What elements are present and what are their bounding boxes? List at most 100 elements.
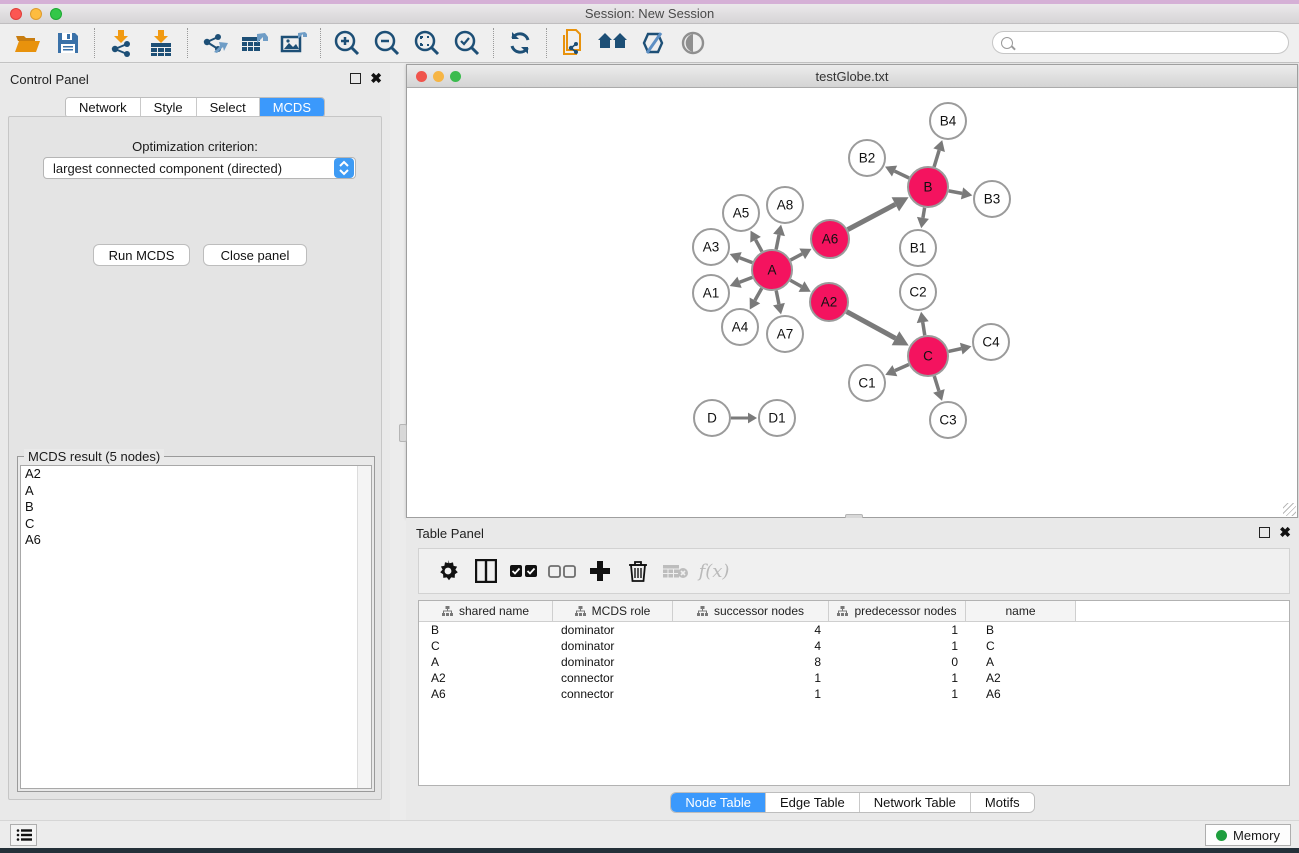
- import-table-button[interactable]: [141, 27, 181, 59]
- split-divider-handle[interactable]: [399, 424, 407, 442]
- cell-MCDS-role[interactable]: dominator: [553, 623, 673, 637]
- close-panel-icon[interactable]: ✖: [1279, 527, 1291, 538]
- refresh-button[interactable]: [500, 27, 540, 59]
- graph-node-C4[interactable]: C4: [973, 324, 1009, 360]
- deselect-all-button[interactable]: [543, 554, 581, 588]
- cell-shared-name[interactable]: B: [419, 623, 553, 637]
- network-graph[interactable]: AA1A2A3A4A5A6A7A8BB1B2B3B4CC1C2C3C4DD1: [407, 88, 1297, 517]
- graph-node-C1[interactable]: C1: [849, 365, 885, 401]
- tab-mcds[interactable]: MCDS: [260, 98, 324, 117]
- zoom-fit-button[interactable]: [407, 27, 447, 59]
- cell-name[interactable]: B: [966, 623, 1076, 637]
- result-item[interactable]: A6: [21, 532, 371, 549]
- cell-successor-nodes[interactable]: 8: [673, 655, 829, 669]
- table-row[interactable]: A2connector11A2: [419, 670, 1289, 686]
- cell-name[interactable]: C: [966, 639, 1076, 653]
- cell-shared-name[interactable]: A6: [419, 687, 553, 701]
- add-column-button[interactable]: [581, 554, 619, 588]
- hide-labels-button[interactable]: [633, 27, 673, 59]
- cell-successor-nodes[interactable]: 4: [673, 639, 829, 653]
- mcds-result-list[interactable]: A2ABCA6: [20, 465, 372, 789]
- search-input[interactable]: [1018, 35, 1288, 50]
- graph-node-A1[interactable]: A1: [693, 275, 729, 311]
- search-field[interactable]: [992, 31, 1289, 54]
- select-all-button[interactable]: [505, 554, 543, 588]
- cell-predecessor-nodes[interactable]: 1: [829, 623, 966, 637]
- table-row[interactable]: Adominator80A: [419, 654, 1289, 670]
- tab-network[interactable]: Network: [66, 98, 141, 117]
- table-row[interactable]: Cdominator41C: [419, 638, 1289, 654]
- copy-network-button[interactable]: [553, 27, 593, 59]
- graph-node-A8[interactable]: A8: [767, 187, 803, 223]
- cell-shared-name[interactable]: C: [419, 639, 553, 653]
- network-window-titlebar[interactable]: testGlobe.txt: [407, 65, 1297, 88]
- result-item[interactable]: A: [21, 483, 371, 500]
- cell-MCDS-role[interactable]: connector: [553, 671, 673, 685]
- memory-button[interactable]: Memory: [1205, 824, 1291, 846]
- tab-node-table[interactable]: Node Table: [671, 793, 766, 812]
- resize-grip[interactable]: [1283, 503, 1296, 516]
- graph-node-A[interactable]: A: [752, 250, 792, 290]
- cell-predecessor-nodes[interactable]: 1: [829, 687, 966, 701]
- toggle-panels-button[interactable]: [467, 554, 505, 588]
- graph-node-B2[interactable]: B2: [849, 140, 885, 176]
- graph-node-B4[interactable]: B4: [930, 103, 966, 139]
- criterion-dropdown[interactable]: largest connected component (directed): [43, 157, 356, 179]
- graph-node-A2[interactable]: A2: [810, 283, 848, 321]
- export-table-button[interactable]: [234, 27, 274, 59]
- zoom-selected-button[interactable]: [447, 27, 487, 59]
- cell-shared-name[interactable]: A: [419, 655, 553, 669]
- delete-column-button[interactable]: [619, 554, 657, 588]
- cell-successor-nodes[interactable]: 1: [673, 671, 829, 685]
- cell-MCDS-role[interactable]: dominator: [553, 655, 673, 669]
- close-panel-icon[interactable]: ✖: [370, 73, 382, 84]
- save-session-button[interactable]: [48, 27, 88, 59]
- cell-name[interactable]: A6: [966, 687, 1076, 701]
- export-network-button[interactable]: [194, 27, 234, 59]
- table-settings-button[interactable]: [429, 554, 467, 588]
- cell-MCDS-role[interactable]: dominator: [553, 639, 673, 653]
- function-builder-button[interactable]: f(x): [695, 554, 733, 588]
- import-network-button[interactable]: [101, 27, 141, 59]
- result-item[interactable]: A2: [21, 466, 371, 483]
- tab-network-table[interactable]: Network Table: [860, 793, 971, 812]
- open-session-button[interactable]: [8, 27, 48, 59]
- close-panel-button[interactable]: Close panel: [203, 244, 307, 266]
- scrollbar[interactable]: [357, 466, 371, 788]
- delete-table-button[interactable]: [657, 554, 695, 588]
- graph-node-B3[interactable]: B3: [974, 181, 1010, 217]
- graph-node-A3[interactable]: A3: [693, 229, 729, 265]
- cell-successor-nodes[interactable]: 4: [673, 623, 829, 637]
- graph-node-B[interactable]: B: [908, 167, 948, 207]
- graph-node-A5[interactable]: A5: [723, 195, 759, 231]
- node-table[interactable]: shared nameMCDS rolesuccessor nodesprede…: [418, 600, 1290, 786]
- column-header-name[interactable]: name: [966, 601, 1076, 621]
- graph-node-A7[interactable]: A7: [767, 316, 803, 352]
- cell-predecessor-nodes[interactable]: 0: [829, 655, 966, 669]
- graph-node-B1[interactable]: B1: [900, 230, 936, 266]
- show-graphics-details-button[interactable]: [673, 27, 713, 59]
- result-item[interactable]: C: [21, 516, 371, 533]
- graph-node-D[interactable]: D: [694, 400, 730, 436]
- cell-name[interactable]: A2: [966, 671, 1076, 685]
- graph-node-C2[interactable]: C2: [900, 274, 936, 310]
- home-layout-button[interactable]: [593, 27, 633, 59]
- zoom-in-button[interactable]: [327, 27, 367, 59]
- column-header-predecessor-nodes[interactable]: predecessor nodes: [829, 601, 966, 621]
- tab-edge-table[interactable]: Edge Table: [766, 793, 860, 812]
- run-mcds-button[interactable]: Run MCDS: [93, 244, 190, 266]
- column-header-successor-nodes[interactable]: successor nodes: [673, 601, 829, 621]
- export-image-button[interactable]: [274, 27, 314, 59]
- float-panel-icon[interactable]: [350, 73, 361, 84]
- tab-motifs[interactable]: Motifs: [971, 793, 1034, 812]
- cell-predecessor-nodes[interactable]: 1: [829, 639, 966, 653]
- zoom-out-button[interactable]: [367, 27, 407, 59]
- tab-select[interactable]: Select: [197, 98, 260, 117]
- graph-node-D1[interactable]: D1: [759, 400, 795, 436]
- task-history-button[interactable]: [10, 824, 37, 846]
- cell-MCDS-role[interactable]: connector: [553, 687, 673, 701]
- graph-node-A4[interactable]: A4: [722, 309, 758, 345]
- result-item[interactable]: B: [21, 499, 371, 516]
- table-row[interactable]: Bdominator41B: [419, 622, 1289, 638]
- cell-successor-nodes[interactable]: 1: [673, 687, 829, 701]
